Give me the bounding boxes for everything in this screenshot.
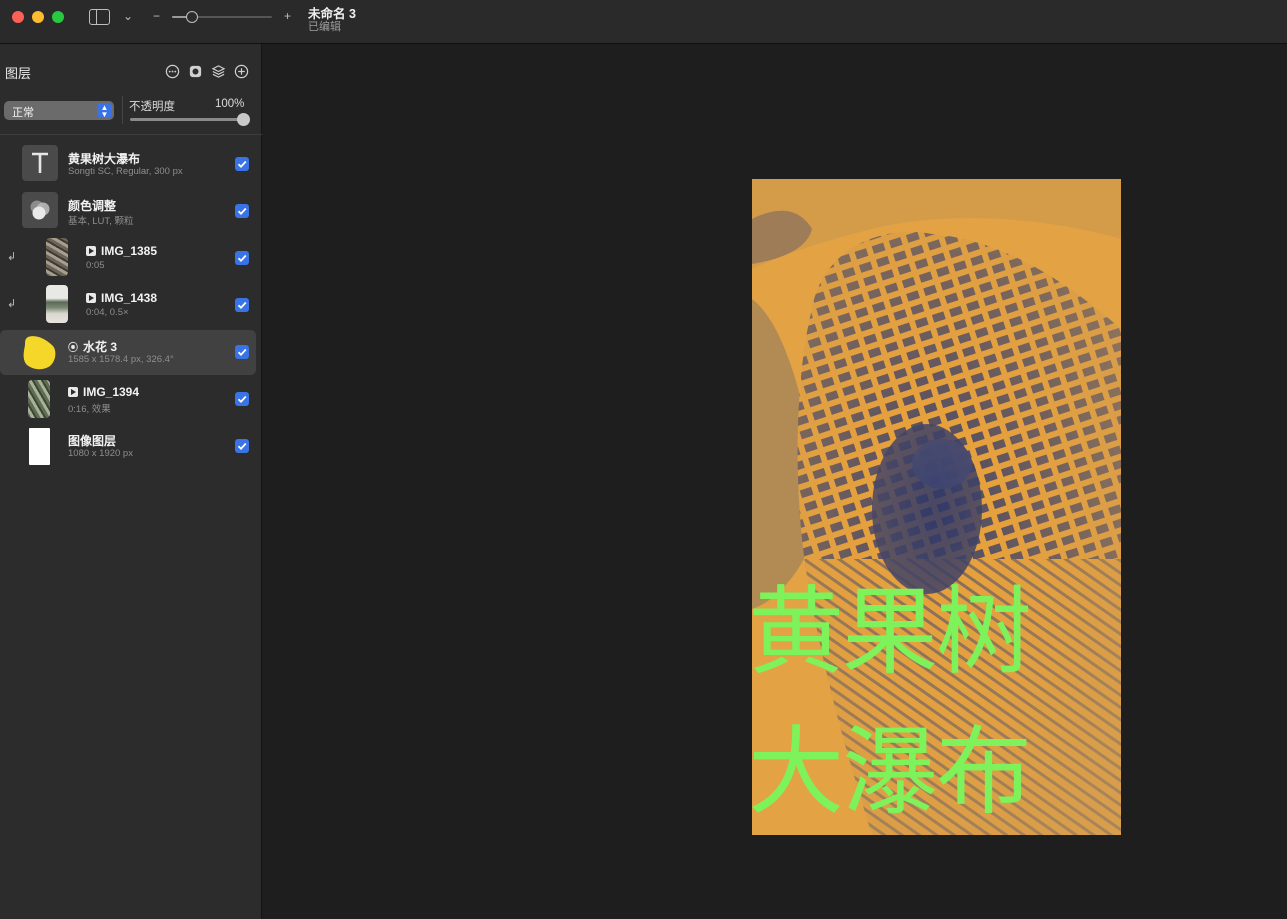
minimize-window-button[interactable]	[32, 11, 44, 23]
text-layer-icon	[22, 145, 58, 181]
divider	[122, 96, 123, 124]
splash-shape-icon	[20, 333, 58, 371]
layer-name: IMG_1394	[68, 385, 139, 399]
blend-mode-value: 正常	[12, 107, 34, 119]
opacity-slider[interactable]	[130, 113, 250, 126]
zoom-in-button[interactable]: +	[284, 8, 291, 24]
layer-row-adjustment[interactable]: 颜色调整 基本, LUT, 颗粒	[0, 189, 256, 234]
opacity-value: 100%	[215, 98, 245, 110]
visibility-checkbox[interactable]	[235, 439, 249, 453]
layer-row-video[interactable]: ↲ IMG_1385 0:05	[0, 236, 256, 281]
opacity-slider-thumb[interactable]	[237, 113, 250, 126]
video-badge-icon	[68, 387, 78, 397]
select-arrows-icon: ▲ ▼	[97, 103, 112, 119]
layer-row-video[interactable]: ↲ IMG_1438 0:04, 0.5×	[0, 283, 256, 328]
visibility-checkbox[interactable]	[235, 392, 249, 406]
layer-row-text[interactable]: 黄果树大瀑布 Songti SC, Regular, 300 px	[0, 142, 256, 187]
titlebar: ⌄ − + 未命名 3 已编辑	[0, 0, 1287, 44]
artboard[interactable]: 黄果树 大瀑布	[752, 179, 1121, 835]
layer-name: 黄果树大瀑布	[68, 152, 141, 166]
zoom-slider-thumb[interactable]	[186, 11, 198, 23]
canvas-area[interactable]: 黄果树 大瀑布	[263, 44, 1287, 919]
sidebar-toggle-icon[interactable]	[89, 9, 110, 25]
clip-mask-arrow-icon: ↲	[7, 298, 17, 310]
opacity-label: 不透明度	[129, 101, 175, 113]
visibility-checkbox[interactable]	[235, 298, 249, 312]
image-layer-thumbnail	[29, 428, 50, 465]
video-badge-icon	[86, 293, 96, 303]
layer-name: ⦿ 水花 3	[68, 340, 118, 354]
blend-mode-select[interactable]: 正常 ▲ ▼	[4, 101, 114, 120]
layer-meta: Songti SC, Regular, 300 px	[68, 166, 183, 177]
document-status: 已编辑	[308, 21, 341, 33]
layer-name: 颜色调整	[68, 199, 117, 213]
layers-sidebar: 图层 正常 ▲ ▼ 不透明度 100% 黄果树大瀑布 Songti SC, Reg…	[0, 44, 262, 919]
mask-icon[interactable]	[188, 64, 203, 79]
panel-title: 图层	[5, 66, 32, 81]
layers-stack-icon[interactable]	[211, 64, 226, 79]
add-layer-icon[interactable]	[234, 64, 249, 79]
zoom-out-button[interactable]: −	[153, 8, 160, 24]
layer-meta: 基本, LUT, 颗粒	[68, 216, 134, 227]
zoom-slider[interactable]	[172, 11, 272, 23]
divider	[0, 134, 262, 135]
visibility-checkbox[interactable]	[235, 345, 249, 359]
canvas-text-line-1[interactable]: 黄果树	[752, 584, 1121, 680]
clip-mask-arrow-icon: ↲	[7, 251, 17, 263]
close-window-button[interactable]	[12, 11, 24, 23]
more-options-icon[interactable]	[165, 64, 180, 79]
video-thumbnail	[46, 285, 68, 323]
visibility-checkbox[interactable]	[235, 157, 249, 171]
color-adjustment-icon	[22, 192, 58, 228]
canvas-text-line-2[interactable]: 大瀑布	[752, 724, 1121, 820]
layer-meta: 0:05	[86, 260, 105, 271]
video-thumbnail	[46, 238, 68, 276]
layer-name: IMG_1385	[86, 244, 157, 258]
layer-row-shape[interactable]: ⦿ 水花 3 1585 x 1578.4 px, 326.4°	[0, 330, 256, 375]
layer-meta: 0:16, 效果	[68, 404, 111, 415]
visibility-checkbox[interactable]	[235, 204, 249, 218]
video-thumbnail	[28, 380, 50, 418]
shape-badge-icon: ⦿	[68, 343, 78, 354]
layer-row-video[interactable]: IMG_1394 0:16, 效果	[0, 377, 256, 422]
fullscreen-window-button[interactable]	[52, 11, 64, 23]
layer-row-image[interactable]: 图像图层 1080 x 1920 px	[0, 424, 256, 469]
layer-meta: 1080 x 1920 px	[68, 448, 133, 459]
layer-name: 图像图层	[68, 434, 117, 448]
layer-meta: 1585 x 1578.4 px, 326.4°	[68, 354, 174, 365]
layer-name: IMG_1438	[86, 291, 157, 305]
layer-meta: 0:04, 0.5×	[86, 307, 129, 318]
video-badge-icon	[86, 246, 96, 256]
chevron-down-icon[interactable]: ⌄	[121, 8, 135, 24]
visibility-checkbox[interactable]	[235, 251, 249, 265]
